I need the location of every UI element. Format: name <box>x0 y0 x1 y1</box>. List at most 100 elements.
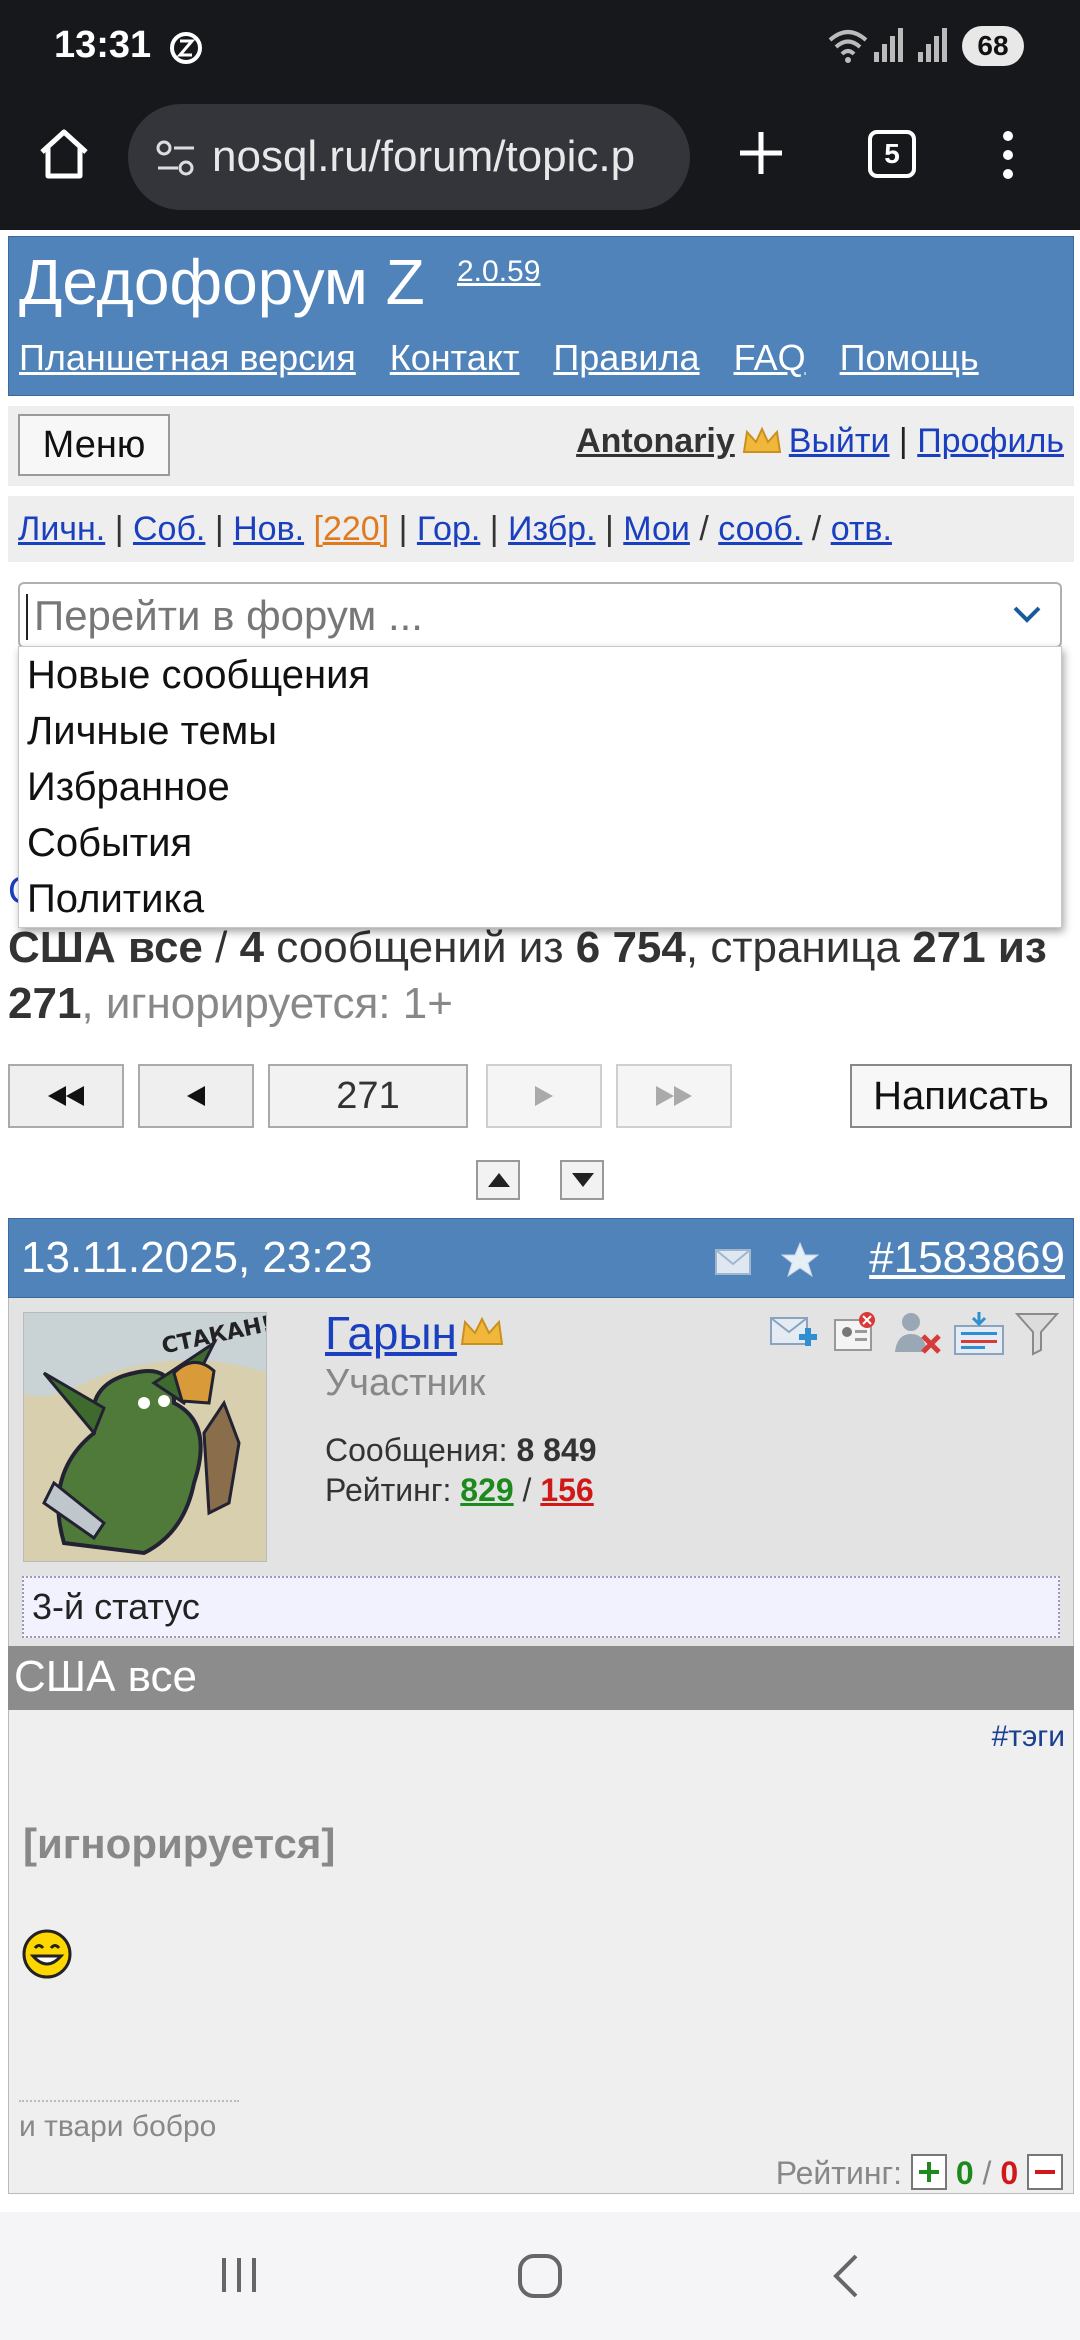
dropdown-option[interactable]: Новые сообщения <box>19 647 1061 703</box>
next-page-button[interactable] <box>486 1064 602 1128</box>
filter-icon[interactable] <box>1014 1310 1060 1361</box>
forum-header: Дедофорум Z 2.0.59 Планшетная версия Конт… <box>8 236 1074 396</box>
last-page-button[interactable] <box>616 1064 732 1128</box>
author-stats: Сообщения: 8 849 Рейтинг: 829 / 156 <box>325 1430 597 1510</box>
site-settings-icon[interactable] <box>156 140 196 181</box>
post-header: 13.11.2025, 23:23 #1583869 <box>8 1218 1074 1298</box>
recent-apps-icon[interactable] <box>216 2252 262 2303</box>
post-body: #тэги [игнорируется] и твари бобро Рейти… <box>8 1710 1074 2194</box>
wifi-icon <box>828 28 868 69</box>
ignore-user-icon[interactable] <box>893 1310 943 1359</box>
top-navigation: Планшетная версия Контакт Правила FAQ Помощь <box>19 337 979 379</box>
post-rating: Рейтинг: 0 / 0 <box>776 2154 1063 2192</box>
nav-contact[interactable]: Контакт <box>390 337 520 378</box>
add-contact-icon[interactable] <box>769 1310 819 1359</box>
rating-plus-link[interactable]: 829 <box>460 1472 513 1508</box>
dropdown-option[interactable]: Личные темы <box>19 703 1061 759</box>
topic-pages: 271 <box>8 979 82 1028</box>
signature: и твари бобро <box>19 2110 217 2143</box>
crown-icon <box>459 1316 505 1353</box>
post-date: 13.11.2025, 23:23 <box>21 1233 373 1282</box>
author-box: СТАКАН! Гарын Участник Сообщения: 8 849 … <box>8 1298 1074 1570</box>
write-button[interactable]: Написать <box>850 1064 1072 1128</box>
first-page-button[interactable] <box>8 1064 124 1128</box>
browser-toolbar: nosql.ru/forum/topic.p 5 <box>0 96 1080 230</box>
scroll-down-button[interactable] <box>560 1160 604 1200</box>
logout-link[interactable]: Выйти <box>789 422 890 460</box>
signal-icon-2 <box>918 28 948 67</box>
vote-up-button[interactable] <box>910 2154 947 2190</box>
link-mine[interactable]: Мои <box>623 510 690 548</box>
messages-stat: Сообщения: 8 849 <box>325 1432 597 1468</box>
forum-dropdown-list: Новые сообщения Личные темы Избранное Со… <box>18 646 1062 928</box>
vote-down-button[interactable] <box>1027 2154 1063 2190</box>
forum-version-link[interactable]: 2.0.59 <box>457 255 540 289</box>
rating-minus-link[interactable]: 156 <box>540 1472 593 1508</box>
page-number-input[interactable]: 271 <box>268 1064 468 1128</box>
link-new[interactable]: Нов. <box>233 510 304 548</box>
link-favorites[interactable]: Избр. <box>508 510 595 548</box>
ignored-content[interactable]: [игнорируется] <box>23 1820 335 1868</box>
user-area: Antonariy Выйти | Профиль <box>576 422 1064 465</box>
topic-title: США все / 4 сообщений из 6 754, страница… <box>8 923 1047 1028</box>
prev-page-button[interactable] <box>138 1064 254 1128</box>
battery-indicator: 68 <box>962 26 1024 66</box>
more-options-icon[interactable] <box>1000 130 1016 185</box>
link-my-messages[interactable]: сооб. <box>718 510 802 548</box>
status-time: 13:31 <box>54 24 152 66</box>
nav-help[interactable]: Помощь <box>840 337 979 378</box>
tabs-count-button[interactable]: 5 <box>868 130 916 178</box>
messages-count: 8 849 <box>516 1432 597 1468</box>
message-list-icon[interactable] <box>953 1310 1005 1361</box>
forum-page: Дедофорум Z 2.0.59 Планшетная версия Конт… <box>0 230 1080 2212</box>
chevron-down-icon <box>1012 604 1042 629</box>
link-hot[interactable]: Гор. <box>417 510 480 548</box>
dropdown-option[interactable]: Избранное <box>19 759 1061 815</box>
topic-msg-count: 4 <box>239 923 265 972</box>
alarm-icon <box>166 28 206 73</box>
vote-plus-count: 0 <box>955 2155 974 2191</box>
nav-tablet-version[interactable]: Планшетная версия <box>19 337 356 378</box>
menu-button[interactable]: Меню <box>18 414 170 476</box>
topic-name: США все <box>8 923 203 972</box>
signal-icon <box>874 28 904 67</box>
username-link[interactable]: Antonariy <box>576 422 735 460</box>
ignored-info: , игнорируется: 1+ <box>81 979 453 1028</box>
url-bar[interactable]: nosql.ru/forum/topic.p <box>128 104 690 210</box>
topic-total: 6 754 <box>575 923 686 972</box>
status-bar: 13:31 68 <box>0 0 1080 96</box>
user-separator: | <box>898 422 908 460</box>
scroll-up-button[interactable] <box>476 1160 520 1200</box>
back-icon[interactable] <box>826 2252 866 2305</box>
avatar[interactable]: СТАКАН! <box>23 1312 267 1562</box>
dropdown-option[interactable]: События <box>19 815 1061 871</box>
forum-title[interactable]: Дедофорум Z <box>19 245 425 319</box>
user-card-icon[interactable] <box>833 1310 877 1359</box>
menu-row: Меню Antonariy Выйти | Профиль <box>8 406 1074 486</box>
dropdown-option[interactable]: Политика <box>19 871 1061 927</box>
topic-page: 271 <box>912 923 986 972</box>
link-replies[interactable]: отв. <box>831 510 892 548</box>
author-role: Участник <box>325 1362 486 1404</box>
post-permalink[interactable]: #1583869 <box>869 1233 1065 1283</box>
mail-icon[interactable] <box>715 1249 751 1280</box>
new-tab-icon[interactable] <box>734 126 788 185</box>
home-nav-icon[interactable] <box>516 2252 564 2305</box>
new-count-badge[interactable]: [220] <box>314 510 390 548</box>
quick-links: Личн. | Соб. | Нов. [220] | Гор. | Избр.… <box>8 496 1074 562</box>
author-name-link[interactable]: Гарын <box>325 1306 457 1360</box>
nav-faq[interactable]: FAQ <box>734 337 806 378</box>
nav-rules[interactable]: Правила <box>553 337 699 378</box>
profile-link[interactable]: Профиль <box>917 422 1064 460</box>
rating-stat: Рейтинг: 829 / 156 <box>325 1472 594 1508</box>
crown-icon <box>741 426 783 465</box>
forum-select-placeholder: Перейти в форум ... <box>34 592 423 639</box>
link-events[interactable]: Соб. <box>133 510 205 548</box>
tags-link[interactable]: #тэги <box>992 1720 1065 1754</box>
home-icon[interactable] <box>36 126 92 187</box>
star-icon[interactable] <box>780 1241 820 1284</box>
forum-select[interactable]: Перейти в форум ... <box>18 582 1062 648</box>
signature-divider <box>19 2100 239 2102</box>
link-personal[interactable]: Личн. <box>18 510 105 548</box>
smiley-icon <box>21 1928 73 1985</box>
